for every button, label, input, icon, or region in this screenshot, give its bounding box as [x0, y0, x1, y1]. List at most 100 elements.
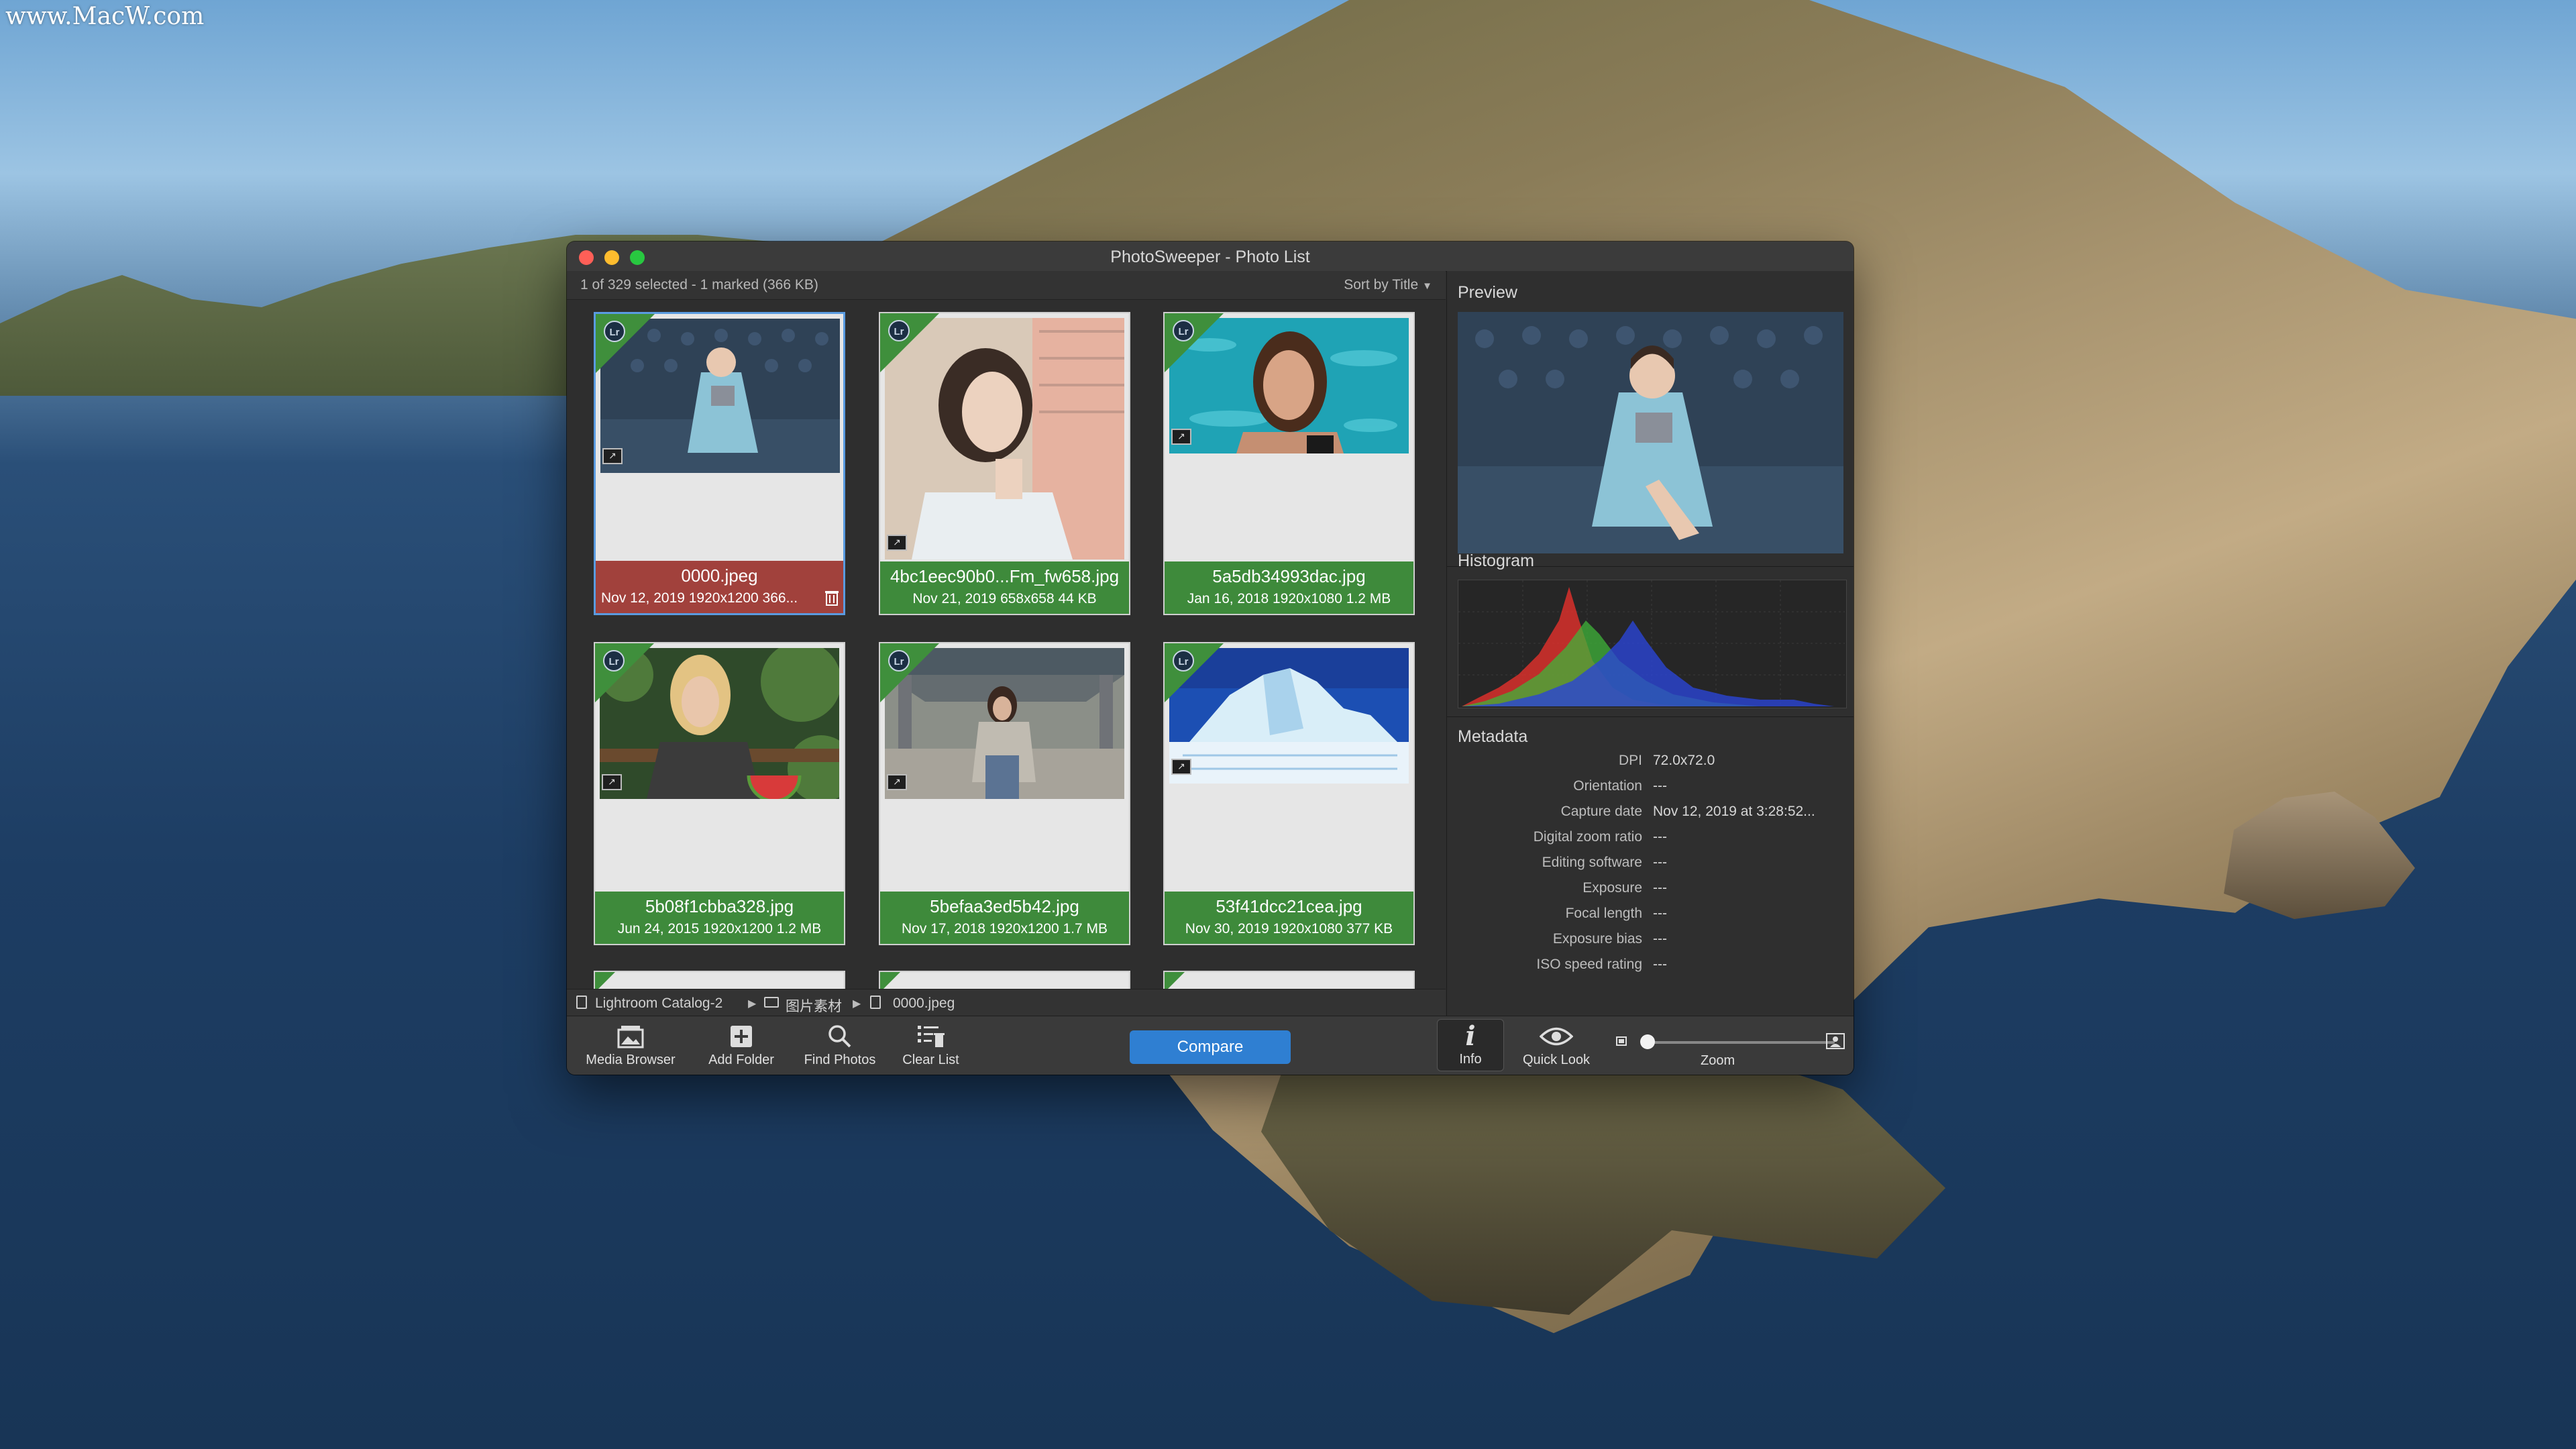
- photo-card[interactable]: Lr ↗ 0000.jpeg Nov 12, 2019 1920x1200 36…: [594, 312, 845, 615]
- histogram-chart: [1458, 580, 1847, 708]
- info-icon: i: [1465, 1020, 1476, 1052]
- card-label: 5befaa3ed5b42.jpg Nov 17, 2018 1920x1200…: [880, 892, 1129, 944]
- path-folder[interactable]: 图片素材: [786, 996, 842, 1016]
- alias-icon: ↗: [887, 774, 907, 790]
- metadata-row: Exposure ---: [1447, 880, 1854, 903]
- photo-card[interactable]: Lr ↗ 5befaa3ed5b42.jpg Nov 17, 2018 1920…: [879, 642, 1130, 945]
- lightroom-badge-icon: Lr: [604, 321, 625, 342]
- zoom-label: Zoom: [1701, 1053, 1735, 1068]
- trash-icon[interactable]: [824, 589, 839, 606]
- lightroom-badge-icon: Lr: [1173, 650, 1194, 672]
- eye-icon: [1540, 1027, 1573, 1046]
- lightroom-corner: [1165, 972, 1185, 989]
- zoom-slider-track[interactable]: [1647, 1041, 1835, 1044]
- search-icon: [828, 1025, 851, 1048]
- preview-image: [1458, 312, 1843, 553]
- metadata-key: DPI: [1618, 753, 1642, 768]
- photo-meta: Nov 30, 2019 1920x1080 377 KB: [1185, 921, 1393, 936]
- zoom-slider-knob[interactable]: [1640, 1034, 1655, 1049]
- file-icon: [870, 996, 881, 1009]
- photo-card[interactable]: Lr ↗ 53f41dcc21cea.jpg Nov 30, 2019 1920…: [1163, 642, 1415, 945]
- photo-card-partial[interactable]: [1163, 971, 1415, 989]
- watermark: www.MacW.com: [5, 3, 205, 30]
- metadata-key: Focal length: [1565, 906, 1642, 921]
- clear-list-button[interactable]: Clear List: [889, 1020, 973, 1068]
- quick-look-button[interactable]: Quick Look: [1513, 1020, 1600, 1068]
- card-label: 4bc1eec90b0...Fm_fw658.jpg Nov 21, 2019 …: [880, 561, 1129, 614]
- metadata-title: Metadata: [1458, 727, 1528, 746]
- metadata-value: ---: [1653, 931, 1667, 947]
- path-file[interactable]: 0000.jpeg: [893, 996, 955, 1012]
- metadata-row: Exposure bias ---: [1447, 931, 1854, 954]
- metadata-row: DPI 72.0x72.0: [1447, 753, 1854, 775]
- lightroom-corner: [1165, 313, 1224, 372]
- metadata-key: Editing software: [1542, 855, 1642, 870]
- photo-card[interactable]: Lr ↗ 4bc1eec90b0...Fm_fw658.jpg Nov 21, …: [879, 312, 1130, 615]
- photo-meta: Nov 17, 2018 1920x1200 1.7 MB: [901, 921, 1108, 936]
- metadata-value: ---: [1653, 957, 1667, 972]
- selection-status: 1 of 329 selected - 1 marked (366 KB): [580, 277, 818, 292]
- photo-name: 5befaa3ed5b42.jpg: [930, 896, 1079, 916]
- path-bar: Lightroom Catalog-2 ▶ 图片素材 ▶ 0000.jpeg: [567, 989, 1446, 1016]
- photo-name: 5a5db34993dac.jpg: [1212, 566, 1366, 586]
- photosweeper-window: PhotoSweeper - Photo List 1 of 329 selec…: [567, 241, 1854, 1075]
- photo-name: 53f41dcc21cea.jpg: [1216, 896, 1362, 916]
- preview-title: Preview: [1458, 283, 1517, 302]
- lightroom-corner: [880, 643, 939, 702]
- photo-name: 4bc1eec90b0...Fm_fw658.jpg: [890, 566, 1120, 586]
- compare-button[interactable]: Compare: [1130, 1030, 1291, 1064]
- find-photos-button[interactable]: Find Photos: [793, 1020, 887, 1068]
- clear-list-label: Clear List: [902, 1053, 959, 1067]
- title-bar[interactable]: PhotoSweeper - Photo List: [567, 241, 1854, 272]
- photo-name: 0000.jpeg: [681, 566, 758, 586]
- media-browser-label: Media Browser: [586, 1053, 676, 1067]
- metadata-value: Nov 12, 2019 at 3:28:52...: [1653, 804, 1815, 819]
- metadata-row: Capture date Nov 12, 2019 at 3:28:52...: [1447, 804, 1854, 826]
- list-header: 1 of 329 selected - 1 marked (366 KB) So…: [567, 271, 1446, 300]
- photo-meta: Nov 12, 2019 1920x1200 366...: [601, 590, 798, 606]
- photo-meta: Nov 21, 2019 658x658 44 KB: [912, 591, 1097, 606]
- clear-list-icon: [917, 1026, 945, 1047]
- alias-icon: ↗: [602, 774, 622, 790]
- lightroom-badge-icon: Lr: [888, 320, 910, 341]
- lightroom-badge-icon: Lr: [603, 650, 625, 672]
- quick-look-label: Quick Look: [1522, 1053, 1591, 1067]
- metadata-value: ---: [1653, 778, 1667, 794]
- card-label: 0000.jpeg Nov 12, 2019 1920x1200 366...: [596, 561, 843, 613]
- path-catalog[interactable]: Lightroom Catalog-2: [595, 996, 722, 1012]
- catalog-icon: [576, 996, 587, 1009]
- photo-name: 5b08f1cbba328.jpg: [645, 896, 794, 916]
- window-title: PhotoSweeper - Photo List: [1110, 248, 1310, 266]
- metadata-value: ---: [1653, 906, 1667, 921]
- photo-card-partial[interactable]: [879, 971, 1130, 989]
- path-separator-icon: ▶: [748, 998, 757, 1010]
- media-browser-button[interactable]: Media Browser: [580, 1020, 681, 1068]
- lightroom-corner: [595, 972, 615, 989]
- alias-icon: ↗: [1171, 429, 1191, 445]
- metadata-value: ---: [1653, 880, 1667, 896]
- lightroom-corner: [1165, 643, 1224, 702]
- photo-grid[interactable]: Lr ↗ 0000.jpeg Nov 12, 2019 1920x1200 36…: [567, 300, 1446, 989]
- find-photos-label: Find Photos: [804, 1053, 876, 1067]
- photo-card-partial[interactable]: [594, 971, 845, 989]
- lightroom-corner: [880, 313, 939, 372]
- metadata-value: 72.0x72.0: [1653, 753, 1715, 768]
- inspector-sidebar: Preview Histogram Metadata DPI 72.0x72.0…: [1446, 271, 1854, 1016]
- info-button[interactable]: i Info: [1437, 1019, 1504, 1071]
- sort-menu-button[interactable]: Sort by Title ▼: [1344, 277, 1432, 293]
- large-thumbnail-icon: [1826, 1033, 1845, 1049]
- add-folder-label: Add Folder: [708, 1053, 774, 1067]
- desktop-island: [1261, 1033, 1945, 1315]
- lightroom-badge-icon: Lr: [888, 650, 910, 672]
- lightroom-corner: [596, 314, 655, 373]
- photo-card[interactable]: Lr ↗ 5a5db34993dac.jpg Jan 16, 2018 1920…: [1163, 312, 1415, 615]
- card-label: 5b08f1cbba328.jpg Jun 24, 2015 1920x1200…: [595, 892, 844, 944]
- metadata-value: ---: [1653, 855, 1667, 870]
- photo-card[interactable]: Lr ↗ 5b08f1cbba328.jpg Jun 24, 2015 1920…: [594, 642, 845, 945]
- histogram-title: Histogram: [1458, 551, 1534, 570]
- path-separator-icon: ▶: [853, 998, 861, 1010]
- alias-icon: ↗: [1171, 759, 1191, 775]
- metadata-row: ISO speed rating ---: [1447, 957, 1854, 979]
- add-folder-button[interactable]: Add Folder: [698, 1020, 785, 1068]
- card-label: 5a5db34993dac.jpg Jan 16, 2018 1920x1080…: [1165, 561, 1413, 614]
